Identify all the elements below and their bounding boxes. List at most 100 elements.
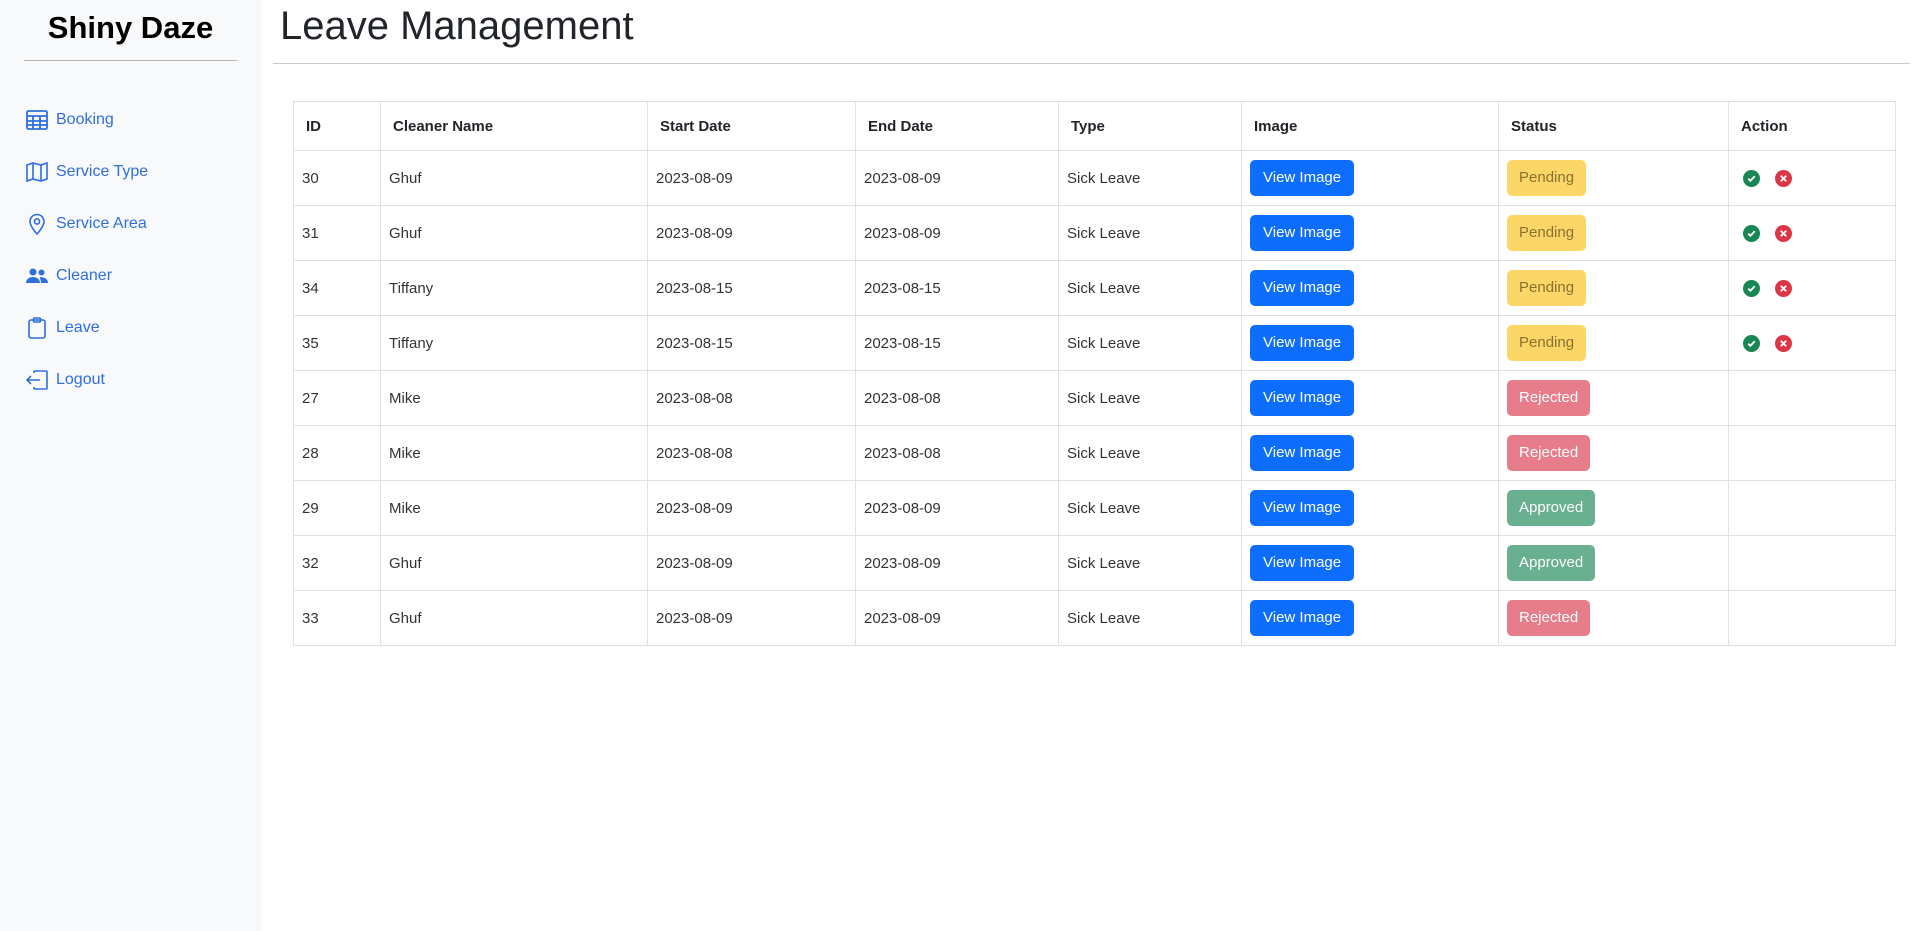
sidebar-item-service-type[interactable]: Service Type: [24, 146, 148, 198]
sidebar-nav: Booking Service Type Service Area Cleane…: [24, 94, 148, 406]
brand-title: Shiny Daze: [47, 10, 214, 45]
view-image-button[interactable]: View Image: [1250, 490, 1355, 526]
cell-image: View Image: [1241, 315, 1499, 371]
sidebar-item-booking[interactable]: Booking: [24, 94, 148, 146]
title-divider: [273, 63, 1910, 64]
reject-x-icon[interactable]: [1775, 334, 1792, 352]
cell-start-date: 2023-08-09: [647, 205, 856, 261]
brand-divider: [24, 60, 237, 61]
approve-check-icon[interactable]: [1743, 334, 1760, 352]
cell-start-date: 2023-08-08: [647, 425, 856, 481]
leave-table: ID Cleaner Name Start Date End Date Type…: [293, 101, 1896, 646]
view-image-button[interactable]: View Image: [1250, 545, 1355, 581]
approve-check-icon[interactable]: [1743, 279, 1760, 297]
header-end-date: End Date: [855, 101, 1059, 151]
cell-type: Sick Leave: [1058, 480, 1242, 536]
view-image-button[interactable]: View Image: [1250, 325, 1355, 361]
cell-start-date: 2023-08-15: [647, 315, 856, 371]
view-image-button[interactable]: View Image: [1250, 380, 1355, 416]
cell-start-date: 2023-08-09: [647, 480, 856, 536]
cell-status: Pending: [1498, 205, 1729, 261]
reject-x-icon[interactable]: [1775, 169, 1792, 187]
cell-end-date: 2023-08-09: [855, 480, 1059, 536]
cell-action: [1728, 590, 1896, 646]
cell-type: Sick Leave: [1058, 315, 1242, 371]
sidebar-item-label: Service Area: [56, 215, 147, 232]
status-badge: Rejected: [1507, 435, 1591, 471]
cell-image: View Image: [1241, 370, 1499, 426]
cell-cleaner-name: Mike: [380, 370, 648, 426]
reject-x-icon[interactable]: [1775, 224, 1792, 242]
cell-end-date: 2023-08-08: [855, 370, 1059, 426]
sidebar-item-leave[interactable]: Leave: [24, 302, 148, 354]
cell-status: Pending: [1498, 315, 1729, 371]
sidebar-item-service-area[interactable]: Service Area: [24, 198, 148, 250]
cell-cleaner-name: Ghuf: [380, 590, 648, 646]
view-image-button[interactable]: View Image: [1250, 215, 1355, 251]
header-type: Type: [1058, 101, 1242, 151]
table-row: 28 Mike 2023-08-08 2023-08-08 Sick Leave View…: [293, 425, 1896, 481]
cell-start-date: 2023-08-08: [647, 370, 856, 426]
status-badge: Pending: [1507, 215, 1587, 251]
cell-status: Pending: [1498, 260, 1729, 316]
view-image-button[interactable]: View Image: [1250, 600, 1355, 636]
cell-id: 33: [293, 590, 381, 646]
table-row: 30 Ghuf 2023-08-09 2023-08-09 Sick Leave View…: [293, 150, 1896, 206]
reject-x-icon[interactable]: [1775, 279, 1792, 297]
cell-end-date: 2023-08-09: [855, 150, 1059, 206]
cell-image: View Image: [1241, 590, 1499, 646]
cell-start-date: 2023-08-09: [647, 535, 856, 591]
status-badge: Pending: [1507, 325, 1587, 361]
action-icons: [1737, 169, 1887, 187]
cell-end-date: 2023-08-15: [855, 260, 1059, 316]
cell-id: 32: [293, 535, 381, 591]
sidebar-item-label: Booking: [56, 111, 114, 128]
cell-type: Sick Leave: [1058, 205, 1242, 261]
table-row: 29 Mike 2023-08-09 2023-08-09 Sick Leave View…: [293, 480, 1896, 536]
status-badge: Approved: [1507, 490, 1596, 526]
cell-type: Sick Leave: [1058, 590, 1242, 646]
sidebar-item-cleaner[interactable]: Cleaner: [24, 250, 148, 302]
cell-type: Sick Leave: [1058, 425, 1242, 481]
approve-check-icon[interactable]: [1743, 169, 1760, 187]
sidebar-item-label: Logout: [56, 371, 105, 388]
cell-cleaner-name: Mike: [380, 425, 648, 481]
header-action: Action: [1728, 101, 1896, 151]
view-image-button[interactable]: View Image: [1250, 435, 1355, 471]
status-badge: Approved: [1507, 545, 1596, 581]
status-badge: Rejected: [1507, 380, 1591, 416]
cell-action: [1728, 260, 1896, 316]
cell-end-date: 2023-08-09: [855, 535, 1059, 591]
main-content: Leave Management ID Cleaner Name Start D…: [272, 0, 1920, 931]
cell-type: Sick Leave: [1058, 370, 1242, 426]
cell-status: Approved: [1498, 535, 1729, 591]
cell-action: [1728, 535, 1896, 591]
cell-cleaner-name: Ghuf: [380, 205, 648, 261]
location-pin-icon: [24, 211, 50, 237]
cell-cleaner-name: Ghuf: [380, 150, 648, 206]
people-icon: [24, 263, 50, 289]
cell-image: View Image: [1241, 425, 1499, 481]
cell-cleaner-name: Mike: [380, 480, 648, 536]
cell-start-date: 2023-08-09: [647, 150, 856, 206]
action-icons: [1737, 224, 1887, 242]
cell-end-date: 2023-08-08: [855, 425, 1059, 481]
cell-image: View Image: [1241, 260, 1499, 316]
table-row: 34 Tiffany 2023-08-15 2023-08-15 Sick Leave V…: [293, 260, 1896, 316]
header-cleaner-name: Cleaner Name: [380, 101, 648, 151]
cell-image: View Image: [1241, 150, 1499, 206]
sidebar-item-logout[interactable]: Logout: [24, 354, 148, 406]
table-row: 33 Ghuf 2023-08-09 2023-08-09 Sick Leave View…: [293, 590, 1896, 646]
sidebar-item-label: Leave: [56, 319, 100, 336]
view-image-button[interactable]: View Image: [1250, 160, 1355, 196]
header-id: ID: [293, 101, 381, 151]
cell-type: Sick Leave: [1058, 150, 1242, 206]
cell-status: Rejected: [1498, 370, 1729, 426]
action-icons: [1737, 334, 1887, 352]
page-title: Leave Management: [280, 4, 634, 48]
status-badge: Pending: [1507, 270, 1587, 306]
view-image-button[interactable]: View Image: [1250, 270, 1355, 306]
cell-end-date: 2023-08-09: [855, 590, 1059, 646]
clipboard-icon: [24, 315, 50, 341]
approve-check-icon[interactable]: [1743, 224, 1760, 242]
